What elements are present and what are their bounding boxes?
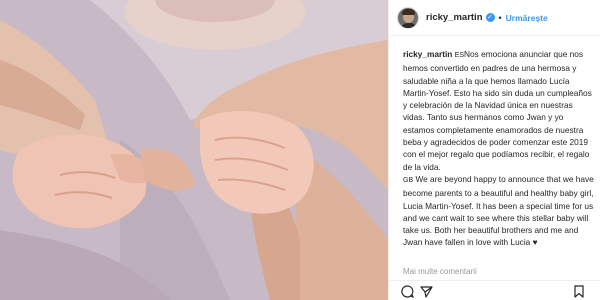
avatar[interactable] xyxy=(397,6,419,29)
instagram-post: ricky_martin ✓ • Urmărește ricky_martin … xyxy=(0,0,600,300)
bookmark-icon[interactable] xyxy=(573,285,585,298)
uk-flag-icon: GB xyxy=(403,176,414,184)
post-photo[interactable] xyxy=(0,0,388,300)
header-separator: • xyxy=(498,12,502,23)
baby-hands-image xyxy=(0,0,388,300)
follow-button[interactable]: Urmărește xyxy=(506,13,548,23)
share-icon[interactable] xyxy=(420,285,433,298)
post-actions xyxy=(389,280,600,300)
caption-text-en: We are beyond happy to announce that we … xyxy=(403,173,594,248)
heart-icon: ♥ xyxy=(532,237,538,248)
post-caption: ricky_martin ESNos emociona anunciar que… xyxy=(403,48,595,249)
more-comments-link[interactable]: Mai multe comentarii xyxy=(403,267,477,276)
post-header: ricky_martin ✓ • Urmărește xyxy=(389,0,600,36)
caption-author[interactable]: ricky_martin xyxy=(403,49,452,59)
verified-icon: ✓ xyxy=(485,13,495,22)
comment-icon[interactable] xyxy=(401,285,414,298)
post-sidebar: ricky_martin ✓ • Urmărește ricky_martin … xyxy=(388,0,600,300)
spain-flag-icon: ES xyxy=(454,52,465,59)
caption-text-es: Nos emociona anunciar que nos hemos conv… xyxy=(403,49,592,172)
username-link[interactable]: ricky_martin xyxy=(426,12,483,23)
